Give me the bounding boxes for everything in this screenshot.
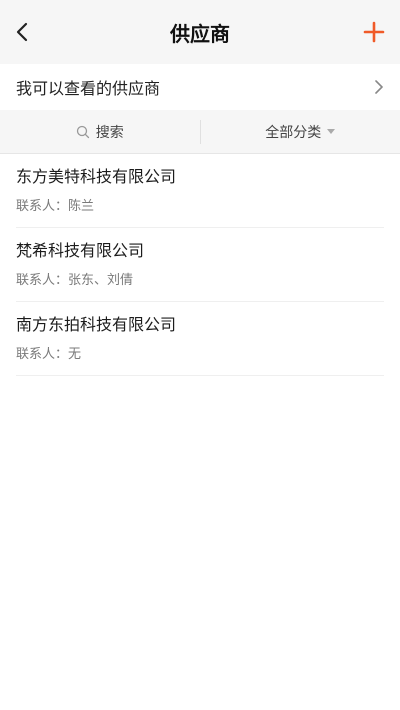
supplier-item[interactable]: 东方美特科技有限公司 联系人：陈兰	[16, 154, 384, 228]
visible-suppliers-label: 我可以查看的供应商	[16, 79, 161, 98]
chevron-right-icon	[375, 80, 383, 94]
company-name: 梵希科技有限公司	[16, 241, 145, 260]
company-name: 南方东拍科技有限公司	[16, 315, 177, 334]
supplier-item[interactable]: 梵希科技有限公司 联系人：张东、刘倩	[16, 228, 384, 302]
contact-names: 陈兰	[68, 199, 95, 214]
contact-names: 张东、刘倩	[68, 273, 134, 288]
supplier-list: 东方美特科技有限公司 联系人：陈兰 梵希科技有限公司 联系人：张东、刘倩 南方东…	[0, 154, 400, 376]
contact-prefix: 联系人：	[16, 273, 69, 288]
page-title: 供应商	[170, 21, 230, 46]
contact-prefix: 联系人：	[16, 347, 69, 362]
contact-names: 无	[68, 347, 82, 362]
app-screen: 供应商 我可以查看的供应商 搜索 全部分类 东方美特科技有限公司 联系人：陈兰 …	[0, 0, 400, 710]
filter-bar: 搜索 全部分类	[0, 110, 400, 154]
category-dropdown[interactable]: 全部分类	[201, 110, 400, 153]
visible-suppliers-row[interactable]: 我可以查看的供应商	[0, 64, 400, 110]
contact-prefix: 联系人：	[16, 199, 69, 214]
contact-line: 联系人：无	[16, 346, 384, 364]
top-nav-bar: 供应商	[0, 0, 400, 64]
category-label: 全部分类	[265, 124, 322, 141]
back-button[interactable]	[0, 10, 44, 54]
search-icon	[76, 125, 90, 139]
add-supplier-button[interactable]	[352, 10, 396, 54]
contact-line: 联系人：陈兰	[16, 198, 384, 216]
supplier-item[interactable]: 南方东拍科技有限公司 联系人：无	[16, 302, 384, 376]
caret-down-icon	[327, 129, 336, 134]
company-name: 东方美特科技有限公司	[16, 167, 177, 186]
search-button[interactable]: 搜索	[0, 110, 200, 153]
search-label: 搜索	[95, 124, 124, 141]
contact-line: 联系人：张东、刘倩	[16, 272, 384, 290]
chevron-left-icon	[16, 22, 28, 42]
plus-icon	[363, 21, 385, 43]
